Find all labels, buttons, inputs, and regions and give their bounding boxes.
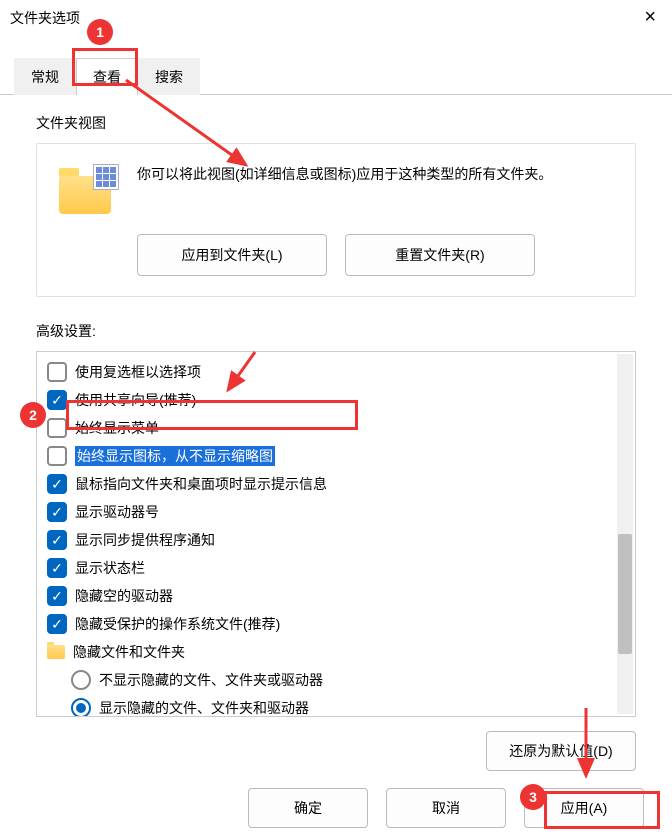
folder-views-group: 你可以将此视图(如详细信息或图标)应用于这种类型的所有文件夹。 应用到文件夹(L… [36,143,636,297]
setting-label: 始终显示菜单 [75,418,159,438]
window-title: 文件夹选项 [10,8,80,28]
setting-label: 始终显示图标，从不显示缩略图 [75,446,275,466]
checkbox[interactable] [47,418,67,438]
setting-row-1[interactable]: 使用共享向导(推荐) [41,386,631,414]
setting-row-7[interactable]: 显示状态栏 [41,554,631,582]
setting-label: 显示隐藏的文件、文件夹和驱动器 [99,698,309,717]
setting-label: 显示状态栏 [75,558,145,578]
checkbox[interactable] [47,362,67,382]
checkbox[interactable] [47,390,67,410]
close-icon[interactable]: × [638,6,662,29]
checkbox[interactable] [47,474,67,494]
ok-button[interactable]: 确定 [248,788,368,828]
scrollbar-thumb[interactable] [618,534,632,654]
checkbox[interactable] [47,446,67,466]
radio[interactable] [71,698,91,717]
checkbox[interactable] [47,530,67,550]
setting-label: 不显示隐藏的文件、文件夹或驱动器 [99,670,323,690]
setting-row-4[interactable]: 鼠标指向文件夹和桌面项时显示提示信息 [41,470,631,498]
setting-label: 使用复选框以选择项 [75,362,201,382]
setting-label: 使用共享向导(推荐) [75,390,196,410]
checkbox[interactable] [47,502,67,522]
setting-row-5[interactable]: 显示驱动器号 [41,498,631,526]
folder-icon [47,645,65,659]
folder-icon [59,164,119,214]
setting-row-9[interactable]: 隐藏受保护的操作系统文件(推荐) [41,610,631,638]
setting-label: 隐藏受保护的操作系统文件(推荐) [75,614,280,634]
setting-label: 鼠标指向文件夹和桌面项时显示提示信息 [75,474,327,494]
setting-row-3[interactable]: 始终显示图标，从不显示缩略图 [41,442,631,470]
radio[interactable] [71,670,91,690]
apply-to-folders-button[interactable]: 应用到文件夹(L) [137,234,327,276]
reset-folders-button[interactable]: 重置文件夹(R) [345,234,535,276]
setting-label: 显示同步提供程序通知 [75,530,215,550]
setting-row-8[interactable]: 隐藏空的驱动器 [41,582,631,610]
setting-row-11[interactable]: 不显示隐藏的文件、文件夹或驱动器 [41,666,631,694]
folder-views-label: 文件夹视图 [36,113,636,133]
setting-label: 隐藏空的驱动器 [75,586,173,606]
setting-row-2[interactable]: 始终显示菜单 [41,414,631,442]
checkbox[interactable] [47,586,67,606]
apply-button[interactable]: 应用(A) [524,788,644,828]
folder-views-description: 你可以将此视图(如详细信息或图标)应用于这种类型的所有文件夹。 [137,164,552,185]
tab-general[interactable]: 常规 [14,58,76,95]
cancel-button[interactable]: 取消 [386,788,506,828]
setting-row-0[interactable]: 使用复选框以选择项 [41,358,631,386]
advanced-settings-label: 高级设置: [36,321,636,341]
advanced-settings-list[interactable]: 使用复选框以选择项使用共享向导(推荐) 始终显示菜单始终显示图标，从不显示缩略图鼠… [36,351,636,717]
setting-row-10: 隐藏文件和文件夹 [41,638,631,666]
restore-defaults-button[interactable]: 还原为默认值(D) [486,731,636,771]
scrollbar[interactable] [617,354,633,714]
setting-row-6[interactable]: 显示同步提供程序通知 [41,526,631,554]
checkbox[interactable] [47,558,67,578]
tab-view[interactable]: 查看 [76,58,138,95]
setting-label: 隐藏文件和文件夹 [73,642,185,662]
setting-label: 显示驱动器号 [75,502,159,522]
tab-bar: 常规 查看 搜索 [0,57,672,95]
setting-row-12[interactable]: 显示隐藏的文件、文件夹和驱动器 [41,694,631,717]
checkbox[interactable] [47,614,67,634]
tab-search[interactable]: 搜索 [138,58,200,95]
